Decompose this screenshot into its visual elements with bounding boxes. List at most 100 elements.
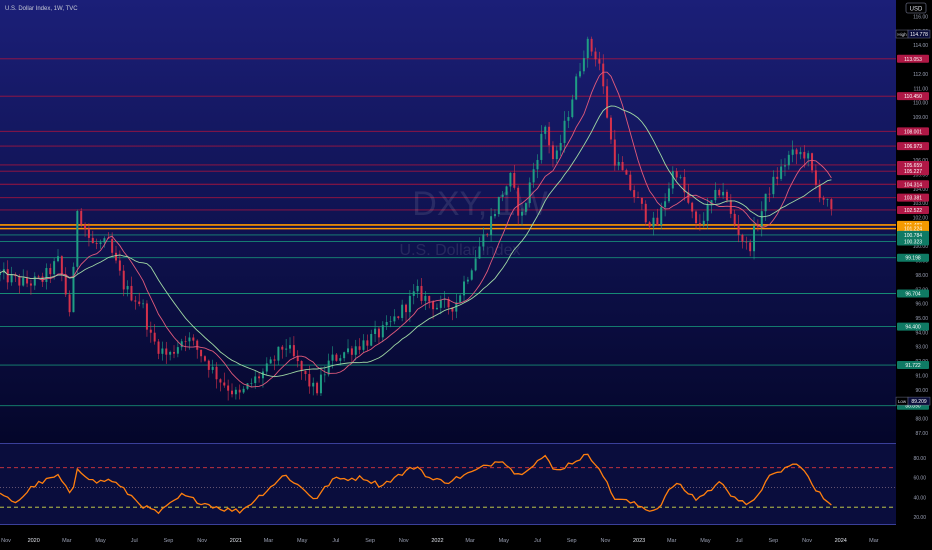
candle-body-172: [664, 201, 667, 208]
candle-body-90: [347, 348, 350, 353]
candle-body-159: [613, 139, 616, 166]
candle-body-7: [26, 277, 29, 284]
price-tick-label-27: 114.00: [913, 43, 928, 49]
time-label-17: Sep: [567, 538, 577, 544]
candle-body-102: [393, 316, 396, 322]
candle-body-119: [459, 295, 462, 303]
candle-body-127: [490, 216, 493, 236]
candle-body-91: [350, 348, 353, 355]
candle-body-122: [470, 270, 473, 280]
time-label-24: Nov: [802, 538, 812, 544]
candle-body-14: [53, 261, 56, 275]
currency-button[interactable]: USD: [905, 2, 927, 14]
candle-body-182: [702, 220, 705, 225]
level-badge-label-13: 99.198: [905, 256, 921, 262]
time-label-13: 2022: [431, 538, 443, 544]
time-label-9: May: [297, 538, 308, 544]
low-badge-value: 89.209: [911, 399, 927, 405]
time-label-1: 2020: [28, 538, 40, 544]
candle-body-208: [803, 151, 806, 159]
price-tick-label-8: 95.00: [915, 316, 928, 322]
candle-body-53: [203, 356, 206, 361]
time-label-20: Mar: [667, 538, 677, 544]
level-badge-label-3: 106.973: [904, 144, 922, 150]
candle-body-85: [327, 360, 330, 375]
candle-body-61: [234, 389, 237, 395]
candle-body-179: [691, 202, 694, 212]
candle-body-41: [157, 341, 160, 354]
time-label-18: Nov: [601, 538, 611, 544]
time-label-21: May: [700, 538, 711, 544]
price-tick-label-4: 91.00: [915, 373, 928, 379]
chart-title: U.S. Dollar Index, 1W, TVC: [5, 6, 78, 12]
price-tick-label-6: 93.00: [915, 345, 928, 351]
chart-canvas: DXY, 1W U.S. Dollar Index 87.0088.0089.0…: [0, 0, 932, 550]
candle-body-5: [18, 276, 21, 286]
candle-body-29: [111, 238, 114, 253]
rsi-tick-label-0: 20.00: [913, 515, 926, 521]
candle-body-157: [606, 86, 609, 118]
candle-body-81: [312, 382, 315, 387]
time-label-8: Mar: [264, 538, 274, 544]
time-label-2: Mar: [62, 538, 72, 544]
candle-body-209: [807, 153, 810, 159]
candle-body-32: [122, 270, 125, 290]
candle-body-138: [532, 169, 535, 183]
candle-body-59: [227, 385, 230, 391]
candle-body-72: [277, 346, 280, 361]
candle-body-97: [374, 328, 377, 335]
candle-body-47: [180, 341, 183, 348]
candle-body-50: [192, 337, 195, 341]
price-tick-label-25: 112.00: [913, 72, 928, 78]
time-label-12: Nov: [399, 538, 409, 544]
candle-body-139: [536, 159, 539, 170]
candle-body-210: [811, 153, 814, 171]
candle-body-183: [706, 204, 709, 221]
candle-body-26: [99, 242, 102, 244]
time-label-10: Jul: [332, 538, 339, 544]
candle-body-9: [33, 276, 36, 286]
candle-body-34: [130, 285, 133, 301]
currency-button-label[interactable]: USD: [910, 7, 923, 13]
candle-body-205: [791, 149, 794, 155]
time-label-0: Nov: [1, 538, 11, 544]
candle-body-168: [648, 222, 651, 227]
candle-body-170: [656, 217, 659, 226]
price-tick-label-22: 109.00: [913, 115, 929, 121]
candle-body-212: [818, 184, 821, 198]
candle-body-79: [304, 370, 307, 375]
candle-body-54: [207, 360, 210, 370]
candle-body-161: [621, 161, 624, 171]
candle-body-23: [87, 228, 90, 238]
candle-body-146: [563, 120, 566, 143]
candle-body-174: [671, 171, 674, 189]
candle-body-2: [6, 269, 9, 283]
candle-body-204: [787, 154, 790, 166]
candle-body-10: [37, 276, 40, 278]
candle-body-176: [679, 177, 682, 178]
candle-body-65: [250, 383, 253, 384]
candle-body-135: [521, 211, 524, 216]
candle-body-49: [188, 337, 191, 342]
candle-body-82: [316, 382, 319, 394]
price-tick-label-11: 98.00: [915, 273, 928, 279]
candle-body-25: [95, 243, 98, 244]
candle-body-19: [72, 266, 75, 313]
candle-body-58: [223, 382, 226, 386]
candle-body-69: [265, 363, 268, 372]
candle-body-68: [261, 371, 264, 379]
candle-body-167: [644, 203, 647, 223]
candle-body-57: [219, 379, 222, 383]
candle-body-45: [173, 351, 176, 354]
candle-body-75: [289, 345, 292, 349]
candle-body-101: [389, 321, 392, 323]
candle-body-144: [555, 150, 558, 160]
candle-body-21: [80, 210, 83, 225]
candle-body-84: [323, 374, 326, 376]
candle-body-153: [590, 38, 593, 52]
candle-body-152: [586, 38, 589, 59]
candle-body-131: [505, 186, 508, 195]
candle-body-39: [149, 329, 152, 333]
candle-body-169: [652, 217, 655, 227]
candle-body-43: [165, 348, 168, 355]
